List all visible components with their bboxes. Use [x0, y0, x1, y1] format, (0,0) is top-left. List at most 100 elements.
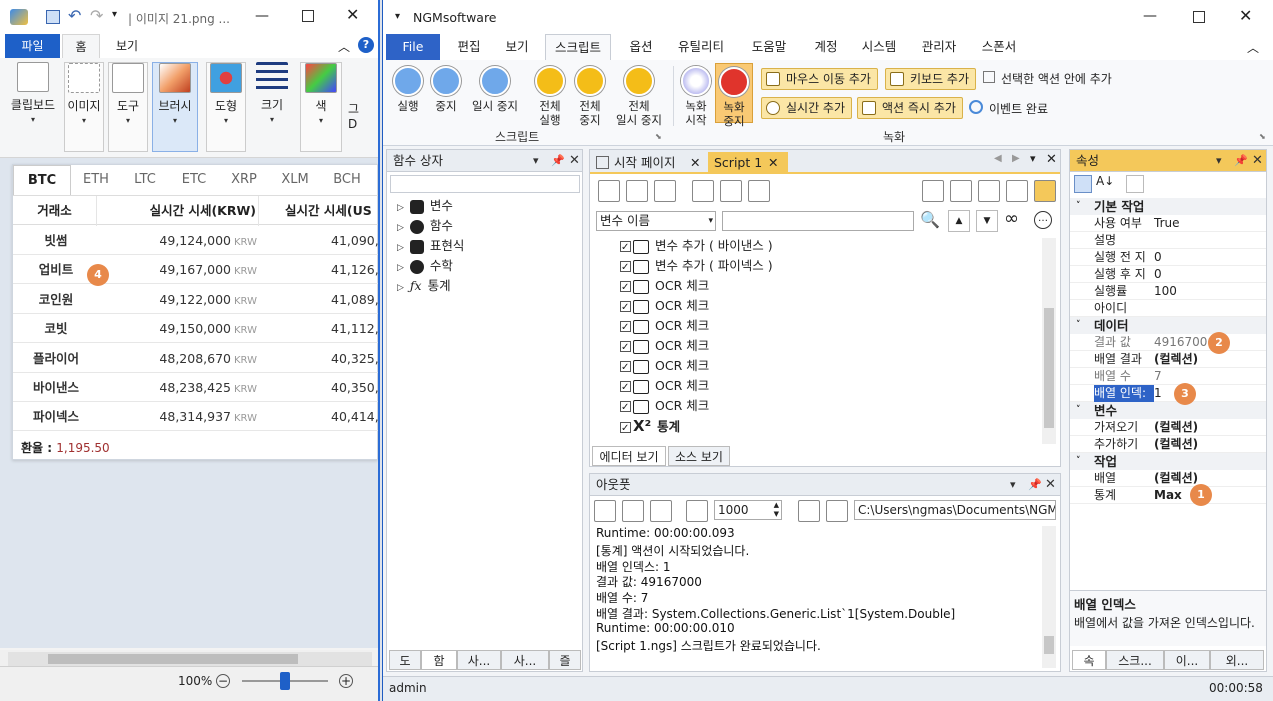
checkbox-icon[interactable]	[620, 278, 631, 298]
bottom-tab-toolbox[interactable]: 도	[389, 650, 421, 670]
delete-icon[interactable]	[978, 180, 1000, 202]
property-category[interactable]: ˅ 기본 작업	[1070, 198, 1266, 215]
menu-help[interactable]: 도움말	[743, 34, 795, 60]
doc-close-icon[interactable]: ✕	[1046, 152, 1057, 167]
ribbon-collapse-icon[interactable]: ︿	[1247, 39, 1259, 56]
property-row[interactable]: 통계 Max	[1070, 487, 1266, 504]
menu-options[interactable]: 옵션	[621, 34, 661, 60]
paint-canvas[interactable]: BTC ETH LTC ETC XRP XLM BCH 거래소 실시간 시세(K…	[0, 158, 378, 648]
close-icon[interactable]: ✕	[346, 5, 359, 24]
add-mouse-move-button[interactable]: 마우스 이동 추가	[761, 68, 878, 90]
clipboard-group[interactable]: 클립보드 ▾	[6, 62, 60, 152]
check-all-icon[interactable]	[922, 180, 944, 202]
crypto-tab-ltc[interactable]: LTC	[121, 165, 169, 195]
bottom-tab-properties[interactable]: 속	[1072, 650, 1106, 670]
categorized-icon[interactable]	[1074, 175, 1092, 193]
panel-menu-icon[interactable]: ▾	[1216, 150, 1222, 172]
shapes-group[interactable]: 도형 ▾	[206, 62, 246, 152]
property-row[interactable]: 추가하기 (컬렉션)	[1070, 436, 1266, 453]
record-stop-button[interactable]: 녹화 중지	[715, 63, 753, 128]
function-search-input[interactable]	[390, 175, 580, 193]
step-play-icon[interactable]	[692, 180, 714, 202]
panel-menu-icon[interactable]: ▾	[533, 150, 539, 172]
horizontal-scrollbar[interactable]	[8, 652, 372, 666]
menu-system[interactable]: 시스템	[855, 34, 903, 60]
color-group[interactable]: 색 ▾	[300, 62, 342, 152]
script-action-row[interactable]: OCR 체크	[620, 276, 709, 298]
help-icon[interactable]: ?	[358, 37, 374, 53]
maximize-icon[interactable]	[302, 10, 314, 22]
menu-view[interactable]: 보기	[497, 34, 537, 60]
pause-icon[interactable]	[626, 180, 648, 202]
extra-group[interactable]: 그D	[348, 62, 378, 152]
stop-icon[interactable]	[654, 180, 676, 202]
editor-vscrollbar[interactable]	[1042, 238, 1056, 444]
panel-close-icon[interactable]: ✕	[569, 150, 580, 172]
script-action-row[interactable]: 변수 추가 ( 파이넥스 )	[620, 256, 773, 278]
stop-all-button[interactable]: 전체 중지	[573, 66, 607, 127]
checkbox-icon[interactable]	[620, 298, 631, 318]
image-group[interactable]: 이미지 ▾	[64, 62, 104, 152]
undo-icon[interactable]: ↶	[68, 6, 81, 25]
tree-view-icon[interactable]	[1034, 180, 1056, 202]
tab-close-icon[interactable]: ✕	[768, 152, 778, 174]
property-row[interactable]: 결과 값 49167000	[1070, 334, 1266, 351]
variable-name-select[interactable]: 변수 이름 ▾	[596, 211, 716, 231]
ngm-minimize-icon[interactable]: —	[1143, 8, 1157, 24]
pin-icon[interactable]: 📌	[1028, 474, 1042, 496]
checkbox-icon[interactable]	[620, 258, 631, 278]
menu-script[interactable]: 스크립트	[545, 34, 611, 60]
bottom-tab-function[interactable]: 함	[421, 650, 457, 670]
check-icon[interactable]	[950, 180, 972, 202]
output-vscrollbar[interactable]	[1042, 526, 1056, 668]
checkbox-icon[interactable]	[620, 398, 631, 418]
crypto-tab-bch[interactable]: BCH	[321, 165, 373, 195]
save-icon[interactable]	[798, 500, 820, 522]
pause-all-button[interactable]: 전체 일시 중지	[611, 66, 667, 127]
stop-button[interactable]: 중지	[429, 66, 463, 113]
play-icon[interactable]	[598, 180, 620, 202]
property-row[interactable]: 배열 인덱: 1	[1070, 385, 1266, 402]
tree-item-statistics[interactable]: ▷ ƒx 통계	[397, 275, 451, 294]
property-category[interactable]: ˅ 변수	[1070, 402, 1266, 419]
script-action-row[interactable]: OCR 체크	[620, 396, 709, 418]
source-view-tab[interactable]: 소스 보기	[668, 446, 730, 466]
eraser-icon[interactable]	[686, 500, 708, 522]
menu-edit[interactable]: 편집	[449, 34, 489, 60]
tab-menu-icon[interactable]: ▾	[1030, 152, 1036, 165]
menu-admin[interactable]: 관리자	[915, 34, 963, 60]
property-row[interactable]: 아이디	[1070, 300, 1266, 317]
menu-sponsor[interactable]: 스폰서	[975, 34, 1023, 60]
panel-close-icon[interactable]: ✕	[1252, 150, 1263, 172]
add-in-selected-button[interactable]: 선택한 액션 안에 추가	[983, 70, 1112, 87]
checkbox-icon[interactable]	[620, 338, 631, 358]
tab-close-icon[interactable]: ✕	[690, 152, 700, 174]
script-action-row[interactable]: 변수 추가 ( 바이낸스 )	[620, 236, 773, 258]
size-group[interactable]: 크기 ▾	[252, 62, 292, 152]
record-start-button[interactable]: 녹화 시작	[679, 66, 713, 127]
crypto-tab-etc[interactable]: ETC	[169, 165, 219, 195]
pin-icon[interactable]: 📌	[551, 150, 565, 172]
brush-group[interactable]: 브러시 ▾	[152, 62, 198, 152]
tab-view[interactable]: 보기	[106, 34, 148, 58]
output-path-input[interactable]: C:\Users\ngmas\Documents\NGM6\	[854, 500, 1056, 520]
script-action-row[interactable]: X² 통계	[620, 416, 680, 439]
bottom-tab-image[interactable]: 이...	[1164, 650, 1210, 670]
tab-scroll-left-icon[interactable]: ◀	[994, 153, 1002, 164]
menu-account[interactable]: 계정	[807, 34, 845, 60]
more-icon[interactable]: …	[1034, 211, 1052, 229]
loop-icon[interactable]: ∞	[1004, 208, 1019, 229]
property-row[interactable]: 실행률 100	[1070, 283, 1266, 300]
bottom-tab-favorite[interactable]: 즐	[549, 650, 581, 670]
event-done-button[interactable]: 이벤트 완료	[969, 100, 1048, 117]
tools-group[interactable]: 도구 ▾	[108, 62, 148, 152]
checkbox-icon[interactable]	[620, 318, 631, 338]
checkbox-icon[interactable]	[620, 419, 631, 439]
search-icon[interactable]: 🔍	[920, 210, 940, 229]
output-limit-input[interactable]: 1000 ▲ ▼	[714, 500, 782, 520]
redo-icon[interactable]: ↷	[90, 6, 103, 25]
menu-utility[interactable]: 유틸리티	[671, 34, 731, 60]
pause-button[interactable]: 일시 중지	[467, 66, 523, 113]
settings-doc-icon[interactable]	[622, 500, 644, 522]
tab-file[interactable]: 파일	[5, 34, 60, 58]
